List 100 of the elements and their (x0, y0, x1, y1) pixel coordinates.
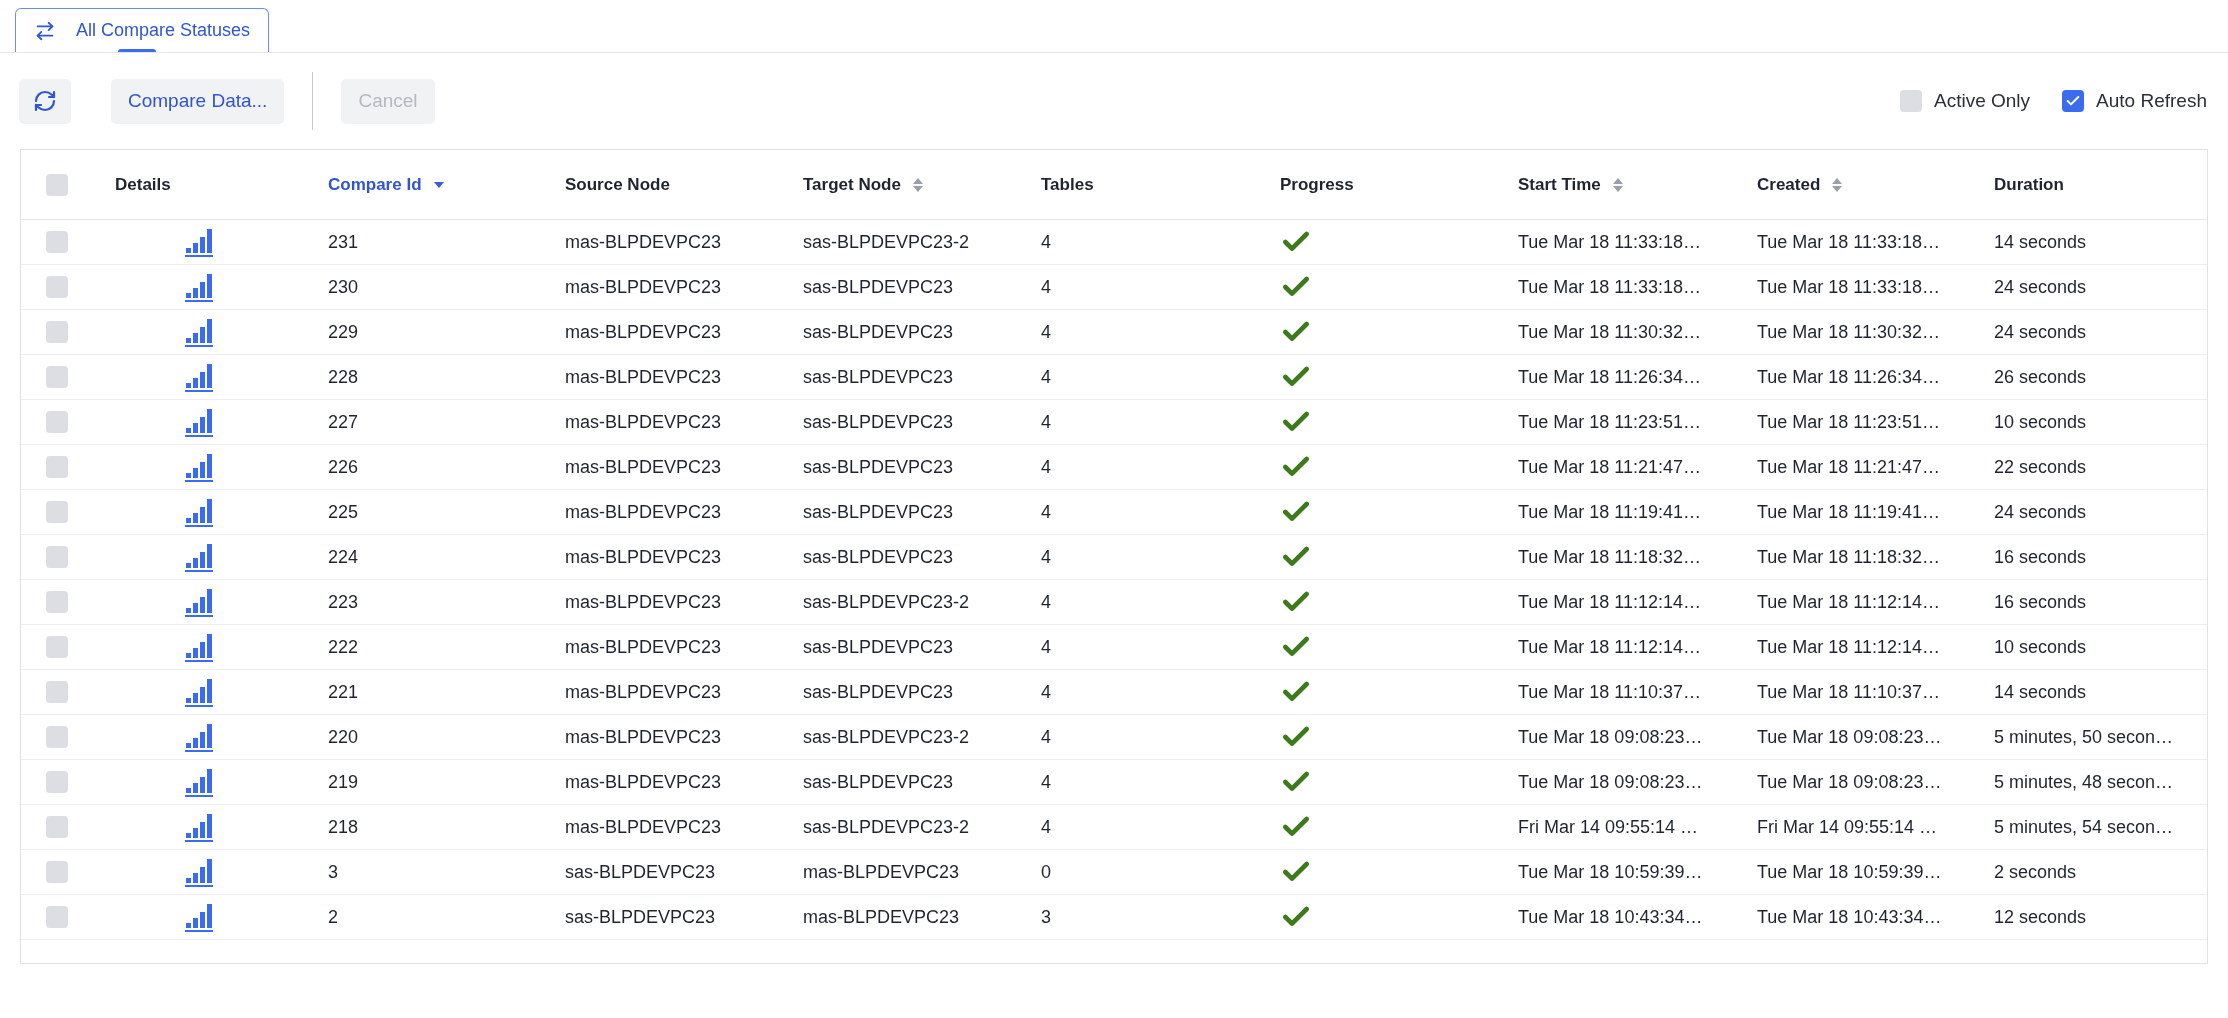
checkbox[interactable] (46, 861, 68, 883)
checkbox[interactable] (46, 411, 68, 433)
table-cell-text: Tue Mar 18 11:33:18… (1757, 230, 1942, 254)
table-cell-text: Tue Mar 18 11:30:32… (1757, 320, 1942, 344)
bar-chart-icon[interactable] (185, 497, 215, 527)
table-cell-text: 222 (328, 635, 360, 659)
table-cell-text: sas-BLPDEVPC23 (803, 635, 955, 659)
table-cell-text: 221 (328, 680, 360, 704)
bar-chart-icon[interactable] (185, 542, 215, 572)
table-cell-text: sas-BLPDEVPC23 (803, 500, 955, 524)
table-cell-text: mas-BLPDEVPC23 (565, 275, 723, 299)
table-cell-text: Tue Mar 18 11:10:37… (1518, 680, 1703, 704)
checkbox-label: Auto Refresh (2096, 88, 2207, 113)
table-cell-text: 5 minutes, 54 secon… (1994, 815, 2175, 839)
table-cell-text: 4 (1041, 680, 1052, 704)
table-cell-text: 225 (328, 500, 360, 524)
table-cell-text: mas-BLPDEVPC23 (565, 590, 723, 614)
checkbox[interactable] (2062, 90, 2085, 112)
table-cell-text: Tue Mar 18 11:18:32… (1757, 545, 1942, 569)
column-header: Duration (1994, 173, 2064, 196)
table-cell-text: 22 seconds (1994, 455, 2088, 479)
table-cell-text: Tue Mar 18 09:08:23… (1518, 770, 1704, 794)
column-header[interactable]: Compare Id (328, 171, 422, 198)
table-cell-text: 4 (1041, 725, 1052, 749)
checkbox[interactable] (46, 546, 68, 568)
column-header: Progress (1280, 173, 1354, 196)
column-header[interactable]: Created (1757, 171, 1821, 198)
table-cell-text: sas-BLPDEVPC23 (803, 545, 955, 569)
bar-chart-icon[interactable] (185, 857, 215, 887)
checkbox[interactable] (46, 816, 68, 838)
bar-chart-icon[interactable] (185, 767, 215, 797)
table-cell-text: Tue Mar 18 11:19:41… (1757, 500, 1942, 524)
bar-chart-icon[interactable] (185, 812, 215, 842)
table-cell-text: Tue Mar 18 11:18:32… (1518, 545, 1703, 569)
table-cell-text: 16 seconds (1994, 590, 2088, 614)
checkbox[interactable] (46, 173, 68, 196)
checkbox[interactable] (46, 366, 68, 388)
checkbox[interactable] (46, 726, 68, 748)
table-cell-text: sas-BLPDEVPC23 (803, 455, 955, 479)
table-cell-text: 24 seconds (1994, 275, 2088, 299)
checkbox[interactable] (46, 906, 68, 928)
table-cell-text: Tue Mar 18 11:21:47… (1757, 455, 1942, 479)
bar-chart-icon[interactable] (185, 677, 215, 707)
compare-data-button[interactable]: Compare Data... (111, 78, 285, 124)
table-cell-text: 4 (1041, 230, 1052, 254)
bar-chart-icon[interactable] (185, 317, 215, 347)
bar-chart-icon[interactable] (185, 407, 215, 437)
table-cell-text: 227 (328, 410, 360, 434)
table-cell-text: 223 (328, 590, 360, 614)
tab[interactable]: All Compare Statuses (15, 8, 270, 52)
checkbox[interactable] (46, 231, 68, 253)
table-cell-text: Tue Mar 18 11:12:14… (1518, 635, 1703, 659)
table-cell-text: 4 (1041, 635, 1052, 659)
table-cell-text: Tue Mar 18 10:59:39… (1757, 860, 1943, 884)
table-cell-text: sas-BLPDEVPC23 (803, 410, 955, 434)
checkbox[interactable] (46, 456, 68, 478)
checkbox[interactable] (46, 591, 68, 613)
column-header[interactable]: Target Node (803, 171, 901, 198)
bar-chart-icon[interactable] (185, 902, 215, 932)
bar-chart-icon[interactable] (185, 272, 215, 302)
checkbox[interactable] (46, 681, 68, 703)
table-cell-text: Fri Mar 14 09:55:14 … (1757, 815, 1939, 839)
table-cell-text: Tue Mar 18 11:12:14… (1518, 590, 1703, 614)
table-cell-text: Tue Mar 18 11:33:18… (1518, 275, 1703, 299)
table-cell-text: 224 (328, 545, 360, 569)
checkbox[interactable] (46, 501, 68, 523)
table-cell-text: mas-BLPDEVPC23 (565, 770, 723, 794)
table-cell-text: 4 (1041, 365, 1052, 389)
checkbox[interactable] (46, 636, 68, 658)
bar-chart-icon[interactable] (185, 227, 215, 257)
table-cell-text: mas-BLPDEVPC23 (565, 500, 723, 524)
table-cell-text: Tue Mar 18 11:33:18… (1757, 275, 1942, 299)
table-cell-text: Tue Mar 18 11:12:14… (1757, 635, 1942, 659)
table-cell-text: Tue Mar 18 10:43:34… (1518, 905, 1704, 929)
table-cell-text: 229 (328, 320, 360, 344)
refresh-button[interactable] (19, 78, 71, 124)
table-cell-text: mas-BLPDEVPC23 (803, 905, 961, 929)
column-header[interactable]: Start Time (1518, 171, 1601, 198)
table-cell-text: Tue Mar 18 11:23:51… (1757, 410, 1942, 434)
table-cell-text: 12 seconds (1994, 905, 2088, 929)
table-cell-text: 4 (1041, 545, 1052, 569)
checkbox[interactable] (46, 771, 68, 793)
table-cell-text: Tue Mar 18 09:08:23… (1757, 725, 1943, 749)
bar-chart-icon[interactable] (185, 632, 215, 662)
table-cell-text: Tue Mar 18 11:33:18… (1518, 230, 1703, 254)
checkbox[interactable] (46, 276, 68, 298)
checkbox[interactable] (1900, 90, 1922, 112)
table-cell-text: 4 (1041, 275, 1052, 299)
bar-chart-icon[interactable] (185, 722, 215, 752)
table-cell-text: Tue Mar 18 11:26:34… (1757, 365, 1942, 389)
table-cell-text: 2 (328, 905, 339, 929)
table-cell-text: mas-BLPDEVPC23 (565, 815, 723, 839)
table-cell-text: sas-BLPDEVPC23 (565, 860, 717, 884)
bar-chart-icon[interactable] (185, 452, 215, 482)
table-cell-text: 4 (1041, 500, 1052, 524)
bar-chart-icon[interactable] (185, 587, 215, 617)
table-cell-text: mas-BLPDEVPC23 (565, 635, 723, 659)
checkbox[interactable] (46, 321, 68, 343)
table-cell-text: 228 (328, 365, 360, 389)
bar-chart-icon[interactable] (185, 362, 215, 392)
